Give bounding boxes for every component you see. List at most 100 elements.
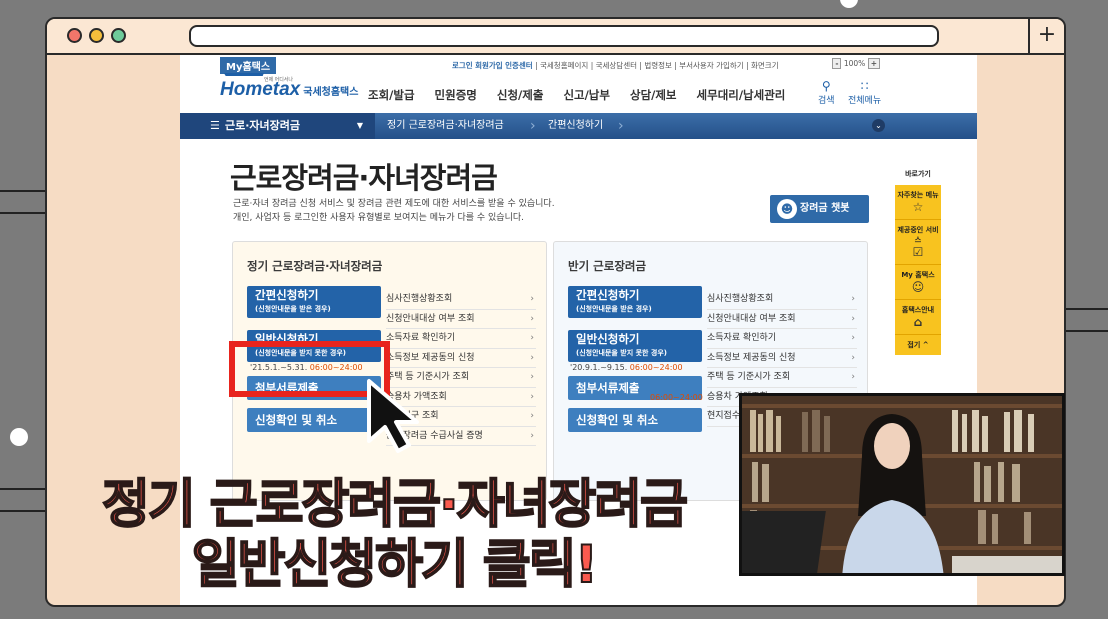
list-item[interactable]: 소득정보 제공동의 신청 › <box>386 349 536 368</box>
chatbot-button[interactable]: ☻ 장려금 챗봇 <box>770 195 869 223</box>
chevron-right-icon: › <box>530 391 534 402</box>
zoom-minus-icon[interactable]: - <box>832 58 842 69</box>
breadcrumb-second[interactable]: 정기 근로장려금·자녀장려금 <box>387 113 504 139</box>
hamburger-icon: ☰ <box>210 119 220 132</box>
period-time: 06:00~24:00 <box>650 393 703 402</box>
link-label: 소득자료 확인하기 <box>707 333 777 343</box>
breadcrumb-separator-icon: › <box>618 118 624 134</box>
cert-center-link[interactable]: 인증센터 <box>505 61 533 70</box>
close-dot[interactable] <box>67 28 82 43</box>
desc-line: 근로·자녀 장려금 신청 서비스 및 장려금 관련 제도에 대한 서비스를 받을… <box>233 199 555 209</box>
simple-apply-button[interactable]: 간편신청하기 (신청안내문을 받은 경우) <box>247 286 381 318</box>
link-label: 심사진행상황조회 <box>707 294 774 304</box>
quick-menu-label: 바로가기 <box>905 170 931 178</box>
link-label: 소득자료 확인하기 <box>386 333 456 343</box>
dept-user-link[interactable]: 부서사용자 가입하기 <box>679 61 743 70</box>
chevron-right-icon: › <box>530 352 534 363</box>
list-item[interactable]: 소득정보 제공동의 신청 › <box>707 349 857 368</box>
logo-sub: 언제 어디서나 <box>264 77 293 83</box>
list-item[interactable]: 신청안내대상 여부 조회 › <box>386 310 536 329</box>
my-hometax-tab[interactable]: My홈택스 <box>220 57 277 74</box>
maximize-dot[interactable] <box>111 28 126 43</box>
quick-item-label: 자주찾는 메뉴 <box>897 191 939 199</box>
button-sublabel: (신청안내문을 받은 경우) <box>576 305 652 313</box>
page-description: 근로·자녀 장려금 신청 서비스 및 장려금 관련 제도에 대한 서비스를 받을… <box>233 197 555 225</box>
chevron-right-icon: › <box>851 372 855 382</box>
menu-item[interactable]: 민원증명 <box>435 88 477 102</box>
link-label: 심사진행상황조회 <box>386 294 453 304</box>
simple-apply-button[interactable]: 간편신청하기 (신청안내문을 받은 경우) <box>568 286 702 318</box>
hometax-logo[interactable]: 언제 어디서나 Hometax 국세청홈택스 <box>220 73 359 101</box>
expand-icon[interactable]: ⌄ <box>872 119 885 132</box>
deco-dot <box>840 0 858 8</box>
law-info-link[interactable]: 법령정보 <box>644 61 672 70</box>
chevron-right-icon: › <box>530 372 534 382</box>
consult-center-link[interactable]: 국세상담센터 <box>596 61 637 70</box>
chevron-right-icon: › <box>530 294 534 304</box>
search-icon: ⚲ <box>821 79 831 93</box>
menu-item[interactable]: 세무대리/납세관리 <box>697 88 786 102</box>
general-apply-button[interactable]: 일반신청하기 (신청안내문을 받지 못한 경우) <box>568 330 702 362</box>
deco-line <box>0 212 45 214</box>
button-sublabel: (신청안내문을 받지 못한 경우) <box>576 349 667 357</box>
quick-services[interactable]: 제공중인 서비스 ☑ <box>895 220 941 265</box>
nts-home-link[interactable]: 국세청홈페이지 <box>540 61 588 70</box>
quick-item-label: My 홈택스 <box>901 271 935 279</box>
zoom-control[interactable]: - 100% + <box>832 58 880 69</box>
link-label: 주택 등 기준시가 조회 <box>707 372 791 382</box>
quick-menu: 바로가기 자주찾는 메뉴 ☆ 제공중인 서비스 ☑ My 홈택스 ☺ 홈택스안내 ⌂ 접… <box>895 169 941 355</box>
menu-item[interactable]: 조회/발급 <box>368 88 415 102</box>
breadcrumb-separator-icon: › <box>530 118 536 134</box>
chevron-right-icon: › <box>530 333 534 343</box>
logo-roof-icon <box>220 73 264 83</box>
top-menu: 조회/발급 민원증명 신청/제출 신고/납부 상담/제보 세무대리/납세관리 <box>368 87 801 103</box>
link-label: 현지접수 <box>707 411 741 421</box>
user-icon: ☺ <box>911 280 925 294</box>
list-item[interactable]: 신청안내대상 여부 조회 › <box>707 310 857 329</box>
quick-menu-box: 자주찾는 메뉴 ☆ 제공중인 서비스 ☑ My 홈택스 ☺ 홈택스안내 ⌂ 접기 ^ <box>895 185 941 355</box>
page-title: 근로장려금·자녀장려금 <box>230 161 498 195</box>
breadcrumb-first[interactable]: ☰ 근로·자녀장려금 ▼ <box>180 113 375 139</box>
deco-line <box>1066 308 1108 310</box>
utility-links: 로그인 회원가입 인증센터 | 국세청홈페이지 | 국세상담센터 | 법령정보 … <box>452 61 779 70</box>
login-link[interactable]: 로그인 <box>452 61 473 70</box>
address-bar[interactable] <box>189 25 939 47</box>
confirm-cancel-button[interactable]: 신청확인 및 취소 <box>568 408 702 432</box>
link-label: 신청안내대상 여부 조회 <box>707 313 796 324</box>
main-nav: 언제 어디서나 Hometax 국세청홈택스 조회/발급 민원증명 신청/제출 신… <box>180 73 977 113</box>
signup-link[interactable]: 회원가입 <box>475 61 503 70</box>
list-item[interactable]: 소득자료 확인하기 › <box>386 329 536 349</box>
new-tab-plus-icon[interactable]: + <box>1028 19 1064 53</box>
quick-my-hometax[interactable]: My 홈택스 ☺ <box>895 265 941 300</box>
list-item[interactable]: 심사진행상황조회 › <box>386 290 536 310</box>
list-item[interactable]: 주택 등 기준시가 조회 › <box>707 368 857 388</box>
zoom-plus-icon[interactable]: + <box>867 58 880 69</box>
grid-icon: ∷ <box>860 79 869 93</box>
quick-guide[interactable]: 홈택스안내 ⌂ <box>895 300 941 335</box>
menu-item[interactable]: 신고/납부 <box>563 88 610 102</box>
quick-favorite[interactable]: 자주찾는 메뉴 ☆ <box>895 185 941 220</box>
button-label: 신청확인 및 취소 <box>255 413 338 427</box>
chevron-right-icon: › <box>851 333 855 343</box>
chevron-right-icon: › <box>530 313 534 324</box>
apply-period: '20.9.1.~9.15. 06:00~24:00 <box>570 363 683 372</box>
utility-bar: My홈택스 로그인 회원가입 인증센터 | 국세청홈페이지 | 국세상담센터 |… <box>180 55 977 75</box>
apply-period-2: 06:00~24:00 <box>650 393 703 402</box>
menu-item[interactable]: 상담/제보 <box>630 88 677 102</box>
dropdown-icon: ▼ <box>356 121 363 130</box>
logo-kr: 국세청홈택스 <box>303 87 359 98</box>
chevron-right-icon: › <box>851 313 855 324</box>
link-label: 소득정보 제공동의 신청 <box>707 352 796 363</box>
breadcrumb-third[interactable]: 간편신청하기 <box>548 113 603 139</box>
menu-item[interactable]: 신청/제출 <box>497 88 544 102</box>
panel-title: 정기 근로장려금·자녀장려금 <box>247 259 383 273</box>
chevron-right-icon: › <box>851 352 855 363</box>
list-item[interactable]: 소득자료 확인하기 › <box>707 329 857 349</box>
all-menu-button[interactable]: ∷ 전체메뉴 <box>848 79 881 106</box>
minimize-dot[interactable] <box>89 28 104 43</box>
desc-line: 개인, 사업자 등 로그인한 사용자 유형별로 보여지는 메뉴가 다를 수 있습… <box>233 213 525 223</box>
list-item[interactable]: 심사진행상황조회 › <box>707 290 857 310</box>
confirm-cancel-button[interactable]: 신청확인 및 취소 <box>247 408 381 432</box>
search-button[interactable]: ⚲ 검색 <box>818 79 835 106</box>
quick-fold[interactable]: 접기 ^ <box>895 335 941 355</box>
